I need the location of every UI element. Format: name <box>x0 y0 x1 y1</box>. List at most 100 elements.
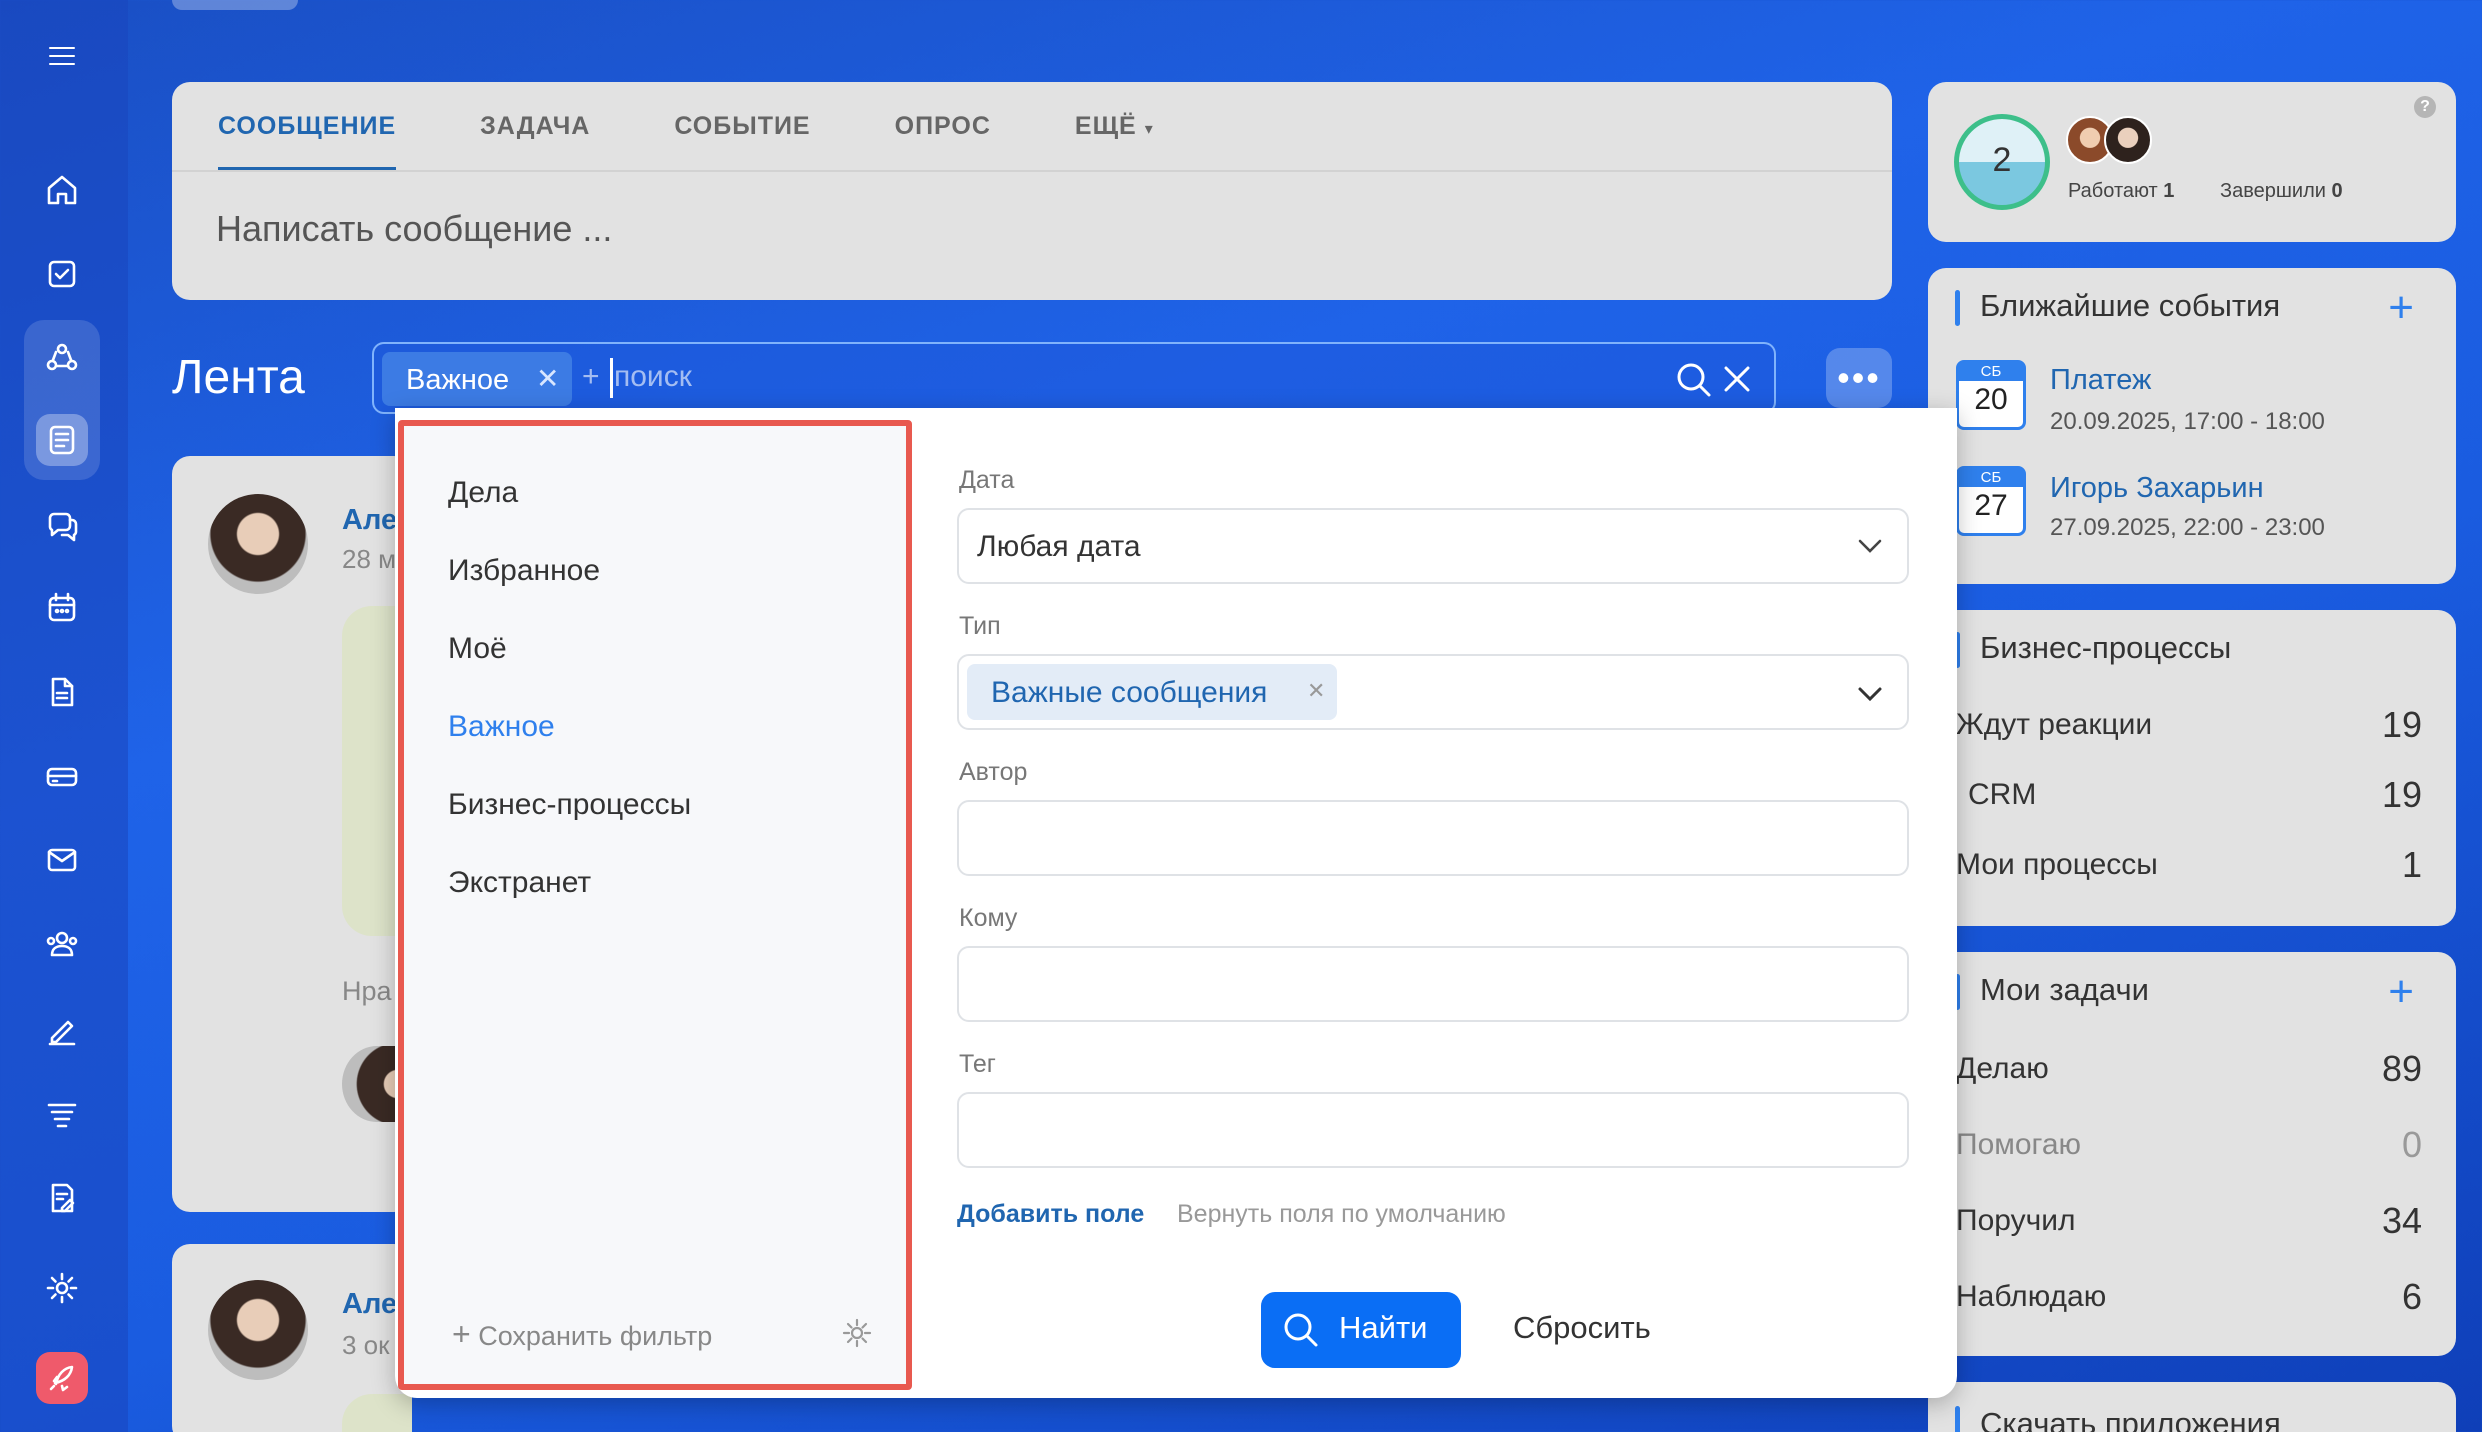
drive-icon[interactable] <box>36 750 88 802</box>
gear-icon[interactable] <box>840 1316 874 1350</box>
edit-doc-icon[interactable] <box>36 1172 88 1224</box>
chat-icon[interactable] <box>36 500 88 552</box>
type-chip: Важные сообщения ✕ <box>967 664 1337 720</box>
chip-close-icon[interactable]: ✕ <box>1307 678 1325 704</box>
apps-title[interactable]: Скачать приложения <box>1980 1406 2281 1432</box>
bp-row-value[interactable]: 19 <box>2382 704 2422 746</box>
feed-icon[interactable] <box>36 414 88 466</box>
avatar[interactable] <box>208 1280 308 1380</box>
chip-close-icon[interactable]: ✕ <box>536 362 559 395</box>
tasks-row-value[interactable]: 34 <box>2382 1200 2422 1242</box>
avatar[interactable] <box>2104 116 2152 164</box>
event-day: 20 <box>1974 383 2008 416</box>
to-field[interactable] <box>957 946 1909 1022</box>
event-name[interactable]: Платеж <box>2050 364 2151 397</box>
top-partial-button[interactable] <box>172 0 298 10</box>
preset-item[interactable]: Дела <box>448 476 518 510</box>
mail-icon[interactable] <box>36 834 88 886</box>
home-icon[interactable] <box>36 164 88 216</box>
feed-post: Але 3 ок <box>172 1244 412 1432</box>
preset-item-active[interactable]: Важное <box>448 710 555 744</box>
working-value: 1 <box>2163 180 2175 202</box>
tasks-row-label[interactable]: Делаю <box>1956 1052 2049 1086</box>
caret-down-icon: ▾ <box>1144 121 1154 138</box>
event-date-badge: СБ 27 <box>1956 466 2026 536</box>
filter-funnel-icon[interactable] <box>36 1088 88 1140</box>
collab-icon[interactable] <box>36 332 88 384</box>
bp-title[interactable]: Бизнес-процессы <box>1980 630 2231 666</box>
reset-fields-link[interactable]: Вернуть поля по умолчанию <box>1177 1200 1506 1229</box>
search-input[interactable]: поиск <box>614 360 692 394</box>
chevron-down-icon <box>1858 687 1882 702</box>
tasks-row-label[interactable]: Поручил <box>1956 1204 2076 1238</box>
worktime-widget: 2 Работают 1 Завершили 0 ? <box>1928 82 2456 242</box>
preset-item[interactable]: Бизнес-процессы <box>448 788 691 822</box>
event-name[interactable]: Игорь Захарьин <box>2050 472 2264 505</box>
search-icon[interactable] <box>1674 360 1714 400</box>
worktime-circle[interactable]: 2 <box>1954 114 2050 210</box>
more-options-icon[interactable]: ••• <box>1826 348 1892 408</box>
tasks-row-label[interactable]: Помогаю <box>1956 1128 2081 1162</box>
bp-widget: Бизнес-процессы Ждут реакции 19 CRM 19 М… <box>1928 610 2456 926</box>
tag-field[interactable] <box>957 1092 1909 1168</box>
working-label-text: Работают <box>2068 180 2158 202</box>
apps-widget: Скачать приложения <box>1928 1382 2456 1432</box>
date-label: Дата <box>959 466 1015 494</box>
feed-post: Але 28 м Нра <box>172 456 412 1212</box>
author-field[interactable] <box>957 800 1909 876</box>
working-label: Работают 1 <box>2068 180 2174 203</box>
message-input[interactable]: Написать сообщение ... <box>216 208 612 250</box>
bp-row-label[interactable]: Ждут реакции <box>1956 708 2152 742</box>
tasks-icon[interactable] <box>36 248 88 300</box>
tab-more[interactable]: ЕЩЁ ▾ <box>1075 82 1154 170</box>
search-add-icon: + <box>582 360 600 393</box>
find-button-label: Найти <box>1339 1310 1428 1345</box>
tasks-row-label[interactable]: Наблюдаю <box>1956 1280 2106 1314</box>
search-clear-icon[interactable] <box>1720 362 1754 396</box>
calendar-icon[interactable] <box>36 582 88 634</box>
tasks-row-value[interactable]: 0 <box>2402 1124 2422 1166</box>
settings-icon[interactable] <box>36 1262 88 1314</box>
event-weekday: СБ <box>1959 469 2023 487</box>
preset-item[interactable]: Экстранет <box>448 866 591 900</box>
signature-icon[interactable] <box>36 1004 88 1056</box>
post-content <box>342 1394 412 1432</box>
tab-poll[interactable]: ОПРОС <box>895 82 991 170</box>
post-author[interactable]: Але <box>342 504 397 537</box>
search-bar[interactable]: Важное ✕ + поиск <box>372 342 1776 414</box>
add-field-link[interactable]: Добавить поле <box>957 1200 1144 1229</box>
post-author[interactable]: Але <box>342 1288 397 1321</box>
help-icon[interactable]: ? <box>2414 96 2436 118</box>
tasks-row-value[interactable]: 6 <box>2402 1276 2422 1318</box>
tag-label: Тег <box>959 1050 996 1078</box>
employees-icon[interactable] <box>36 918 88 970</box>
reset-button[interactable]: Сбросить <box>1513 1310 1651 1346</box>
add-task-icon[interactable]: + <box>2388 970 2414 1014</box>
tab-task[interactable]: ЗАДАЧА <box>480 82 590 170</box>
bp-row-label[interactable]: CRM <box>1968 778 2036 812</box>
bp-row-label[interactable]: Мои процессы <box>1956 848 2158 882</box>
bp-row-value[interactable]: 1 <box>2402 844 2422 886</box>
preset-item[interactable]: Моё <box>448 632 507 666</box>
tab-message[interactable]: СООБЩЕНИЕ <box>218 82 397 170</box>
avatar[interactable] <box>208 494 308 594</box>
date-select[interactable]: Любая дата <box>957 508 1909 584</box>
document-icon[interactable] <box>36 666 88 718</box>
type-select[interactable]: Важные сообщения ✕ <box>957 654 1909 730</box>
rocket-icon[interactable] <box>36 1352 88 1404</box>
bp-row-value[interactable]: 19 <box>2382 774 2422 816</box>
menu-icon[interactable] <box>36 30 88 82</box>
tasks-row-value[interactable]: 89 <box>2382 1048 2422 1090</box>
find-button[interactable]: Найти <box>1261 1292 1461 1368</box>
page-title: Лента <box>172 351 305 404</box>
event-day: 27 <box>1974 489 2008 522</box>
add-event-icon[interactable]: + <box>2388 286 2414 330</box>
tasks-title[interactable]: Мои задачи <box>1980 972 2149 1008</box>
search-chip: Важное ✕ <box>382 352 572 406</box>
like-label[interactable]: Нра <box>342 976 392 1007</box>
save-filter-button[interactable]: + Сохранить фильтр <box>452 1316 712 1353</box>
events-title[interactable]: Ближайшие события <box>1980 288 2280 324</box>
search-chip-label: Важное <box>406 364 510 396</box>
tab-event[interactable]: СОБЫТИЕ <box>674 82 810 170</box>
preset-item[interactable]: Избранное <box>448 554 600 588</box>
